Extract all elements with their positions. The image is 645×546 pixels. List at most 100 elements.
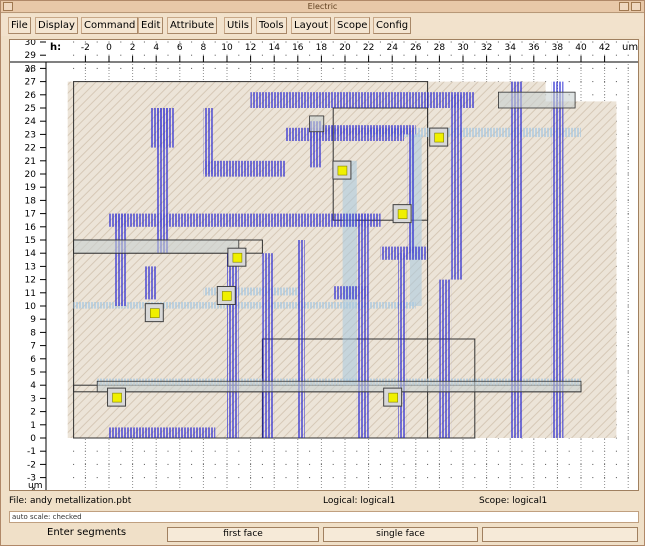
y-tick-label: 10 (25, 302, 37, 312)
metal1-wire (156, 108, 168, 254)
y-tick-label: 12 (25, 276, 36, 286)
x-tick-label: 38 (552, 43, 564, 53)
y-tick-label: 14 (25, 249, 37, 259)
menu-tools[interactable]: Tools (256, 17, 287, 34)
metal1-wire (333, 286, 369, 300)
y-tick-label: 3 (30, 394, 36, 404)
metal2-wire (342, 160, 357, 386)
layout-geometry (67, 81, 617, 439)
status-logical: Logical: logical1 (323, 496, 396, 506)
y-tick-label: 29 (25, 51, 37, 61)
y-tick-label: 22 (25, 144, 36, 154)
y-tick-label: 24 (25, 117, 37, 127)
y-tick-label: 15 (25, 236, 36, 246)
y-tick-label: -4 (27, 487, 36, 491)
maximize-button[interactable] (631, 2, 641, 11)
x-tick-label: 24 (386, 43, 398, 53)
first-face-field[interactable]: first face (167, 527, 319, 542)
info-line: auto scale: checked (9, 511, 639, 523)
x-tick-label: 12 (245, 43, 256, 53)
minimize-button[interactable] (619, 2, 629, 11)
x-tick-label: 42 (599, 43, 610, 53)
layout-canvas[interactable]: h: um -2 0 2 4 6 8 10 12 14 16 18 20 22 24 26 28 30 32 34 36 3… (9, 39, 639, 491)
x-tick-label: 4 (153, 43, 159, 53)
menu-config[interactable]: Config (373, 17, 412, 34)
x-tick-label: 2 (130, 43, 136, 53)
menu-scope[interactable]: Scope (334, 17, 371, 34)
metal1-wire (356, 213, 369, 438)
x-tick-label: 18 (316, 43, 328, 53)
y-tick-label: 23 (25, 130, 36, 140)
x-tick-label: 28 (434, 43, 446, 53)
y-tick-label: -2 (27, 460, 36, 470)
y-tick-label: 25 (25, 104, 36, 114)
status-line: File: andy metallization.pbt Logical: lo… (9, 492, 639, 510)
menu-layout[interactable]: Layout (291, 17, 331, 34)
y-tick-label: 20 (25, 170, 37, 180)
bottom-bar: Enter segments first face single face (1, 524, 644, 546)
x-tick-label: 32 (481, 43, 492, 53)
y-tick-label: 28 (25, 64, 37, 74)
x-axis-label: h: (50, 42, 61, 53)
metal1-wire (321, 125, 416, 135)
menu-edit[interactable]: Edit (138, 17, 164, 34)
poly-wire (497, 91, 576, 109)
blank-field[interactable] (482, 527, 638, 542)
layout-drawing[interactable]: h: um-2 0 2 4 6 8 10 12 14 16 18 20 22 24 26 28 30 32 34 36 3… (10, 40, 639, 491)
title-bar: Electric (1, 1, 644, 13)
menu-display[interactable]: Display (35, 17, 78, 34)
menu-attribute[interactable]: Attribute (167, 17, 218, 34)
metal1-wire (407, 127, 415, 254)
contact-cut (397, 209, 408, 219)
y-tick-label: 6 (30, 355, 36, 365)
y-tick-label: 7 (30, 342, 36, 352)
y-tick-label: 11 (25, 289, 36, 299)
contact-cut (150, 308, 160, 318)
menu-bar: File Display Command Edit Attribute Util… (1, 14, 644, 36)
x-tick-label: 0 (106, 43, 112, 53)
metal1-wire (262, 253, 275, 438)
metal1-wire (227, 253, 239, 438)
menu-command[interactable]: Command (81, 17, 139, 34)
poly-wire (96, 380, 582, 393)
metal1-wire (250, 92, 475, 108)
y-tick-label: 21 (25, 157, 36, 167)
y-tick-label: -1 (27, 447, 36, 457)
metal1-wire (144, 266, 157, 300)
contact-cut (388, 392, 398, 403)
menu-file[interactable]: File (8, 17, 31, 34)
metal1-wire (297, 240, 305, 438)
poly-wire (309, 115, 325, 133)
y-tick-label: 26 (25, 91, 37, 101)
x-tick-label: 16 (292, 43, 304, 53)
contact-cut (112, 392, 122, 403)
y-tick-label: -3 (27, 474, 36, 484)
x-tick-label: 10 (221, 43, 233, 53)
y-tick-label: 27 (25, 78, 36, 88)
contact-cut (221, 291, 232, 301)
x-tick-label: 20 (339, 43, 351, 53)
application-window: Electric File Display Command Edit Attri… (0, 0, 645, 546)
x-tick-label: 14 (268, 43, 280, 53)
y-tick-label: 5 (30, 368, 36, 378)
x-tick-label: -2 (81, 43, 90, 53)
status-scope: Scope: logical1 (479, 496, 548, 506)
single-face-field[interactable]: single face (323, 527, 478, 542)
menu-utils[interactable]: Utils (224, 17, 253, 34)
y-tick-label: 19 (25, 183, 37, 193)
contact-cut (232, 252, 243, 263)
x-tick-label: 6 (177, 43, 183, 53)
metal1-wire (203, 108, 213, 174)
y-tick-label: 4 (30, 381, 36, 391)
poly-wire (73, 239, 240, 254)
x-tick-label: 22 (363, 43, 374, 53)
contact-cut (434, 132, 444, 143)
x-tick-label: 30 (457, 43, 469, 53)
window-title: Electric (307, 2, 338, 11)
y-tick-label: 13 (25, 262, 36, 272)
y-tick-label: 30 (25, 40, 37, 48)
metal1-wire (380, 246, 428, 260)
y-tick-label: 18 (25, 196, 37, 206)
x-tick-label: 26 (410, 43, 422, 53)
x-axis-units: um (622, 42, 638, 53)
